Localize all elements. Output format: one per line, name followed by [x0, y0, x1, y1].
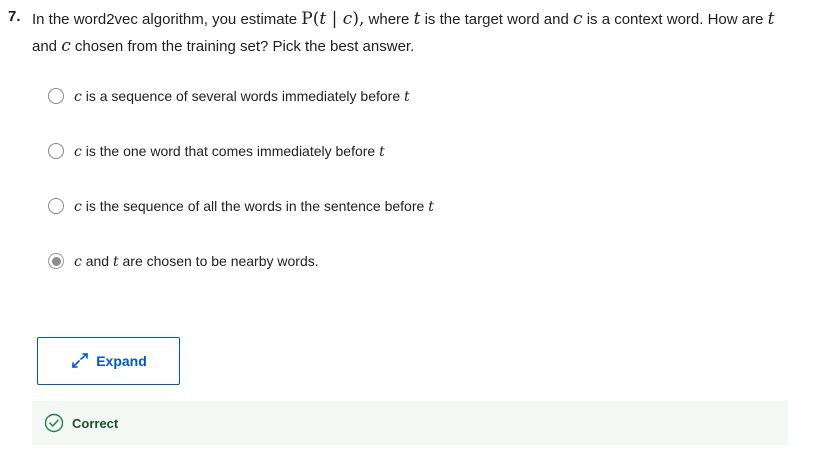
answer-option-label: c is a sequence of several words immedia… — [74, 88, 410, 105]
math-var-t: t — [379, 143, 385, 160]
question-text-part: where — [364, 11, 414, 28]
answer-option-label: c and t are chosen to be nearby words. — [74, 253, 319, 270]
feedback-banner: Correct — [32, 401, 788, 445]
question-number: 7. — [8, 8, 21, 25]
option-text: is the sequence of all the words in the … — [81, 197, 429, 214]
quiz-question: 7. In the word2vec algorithm, you estima… — [0, 0, 815, 453]
question-text-part: and — [32, 38, 62, 55]
math-c: c — [342, 9, 353, 29]
math-var-c: c — [74, 253, 82, 270]
math-var-c: c — [61, 36, 71, 56]
question-text: In the word2vec algorithm, you estimate … — [32, 6, 792, 60]
math-var-t: t — [767, 9, 775, 29]
math-var-t: t — [428, 198, 434, 215]
math-P: P — [301, 9, 313, 29]
radio-button[interactable] — [48, 143, 64, 159]
answer-option-label: c is the one word that comes immediately… — [74, 143, 385, 160]
radio-button[interactable] — [48, 88, 64, 104]
option-text: is the one word that comes immediately b… — [81, 142, 380, 159]
option-text: are chosen to be nearby words. — [118, 252, 319, 269]
expand-arrows-icon — [72, 353, 89, 368]
math-var-c: c — [74, 198, 82, 215]
check-circle-icon — [44, 413, 64, 433]
math-var-c: c — [573, 9, 583, 29]
radio-button[interactable] — [48, 198, 64, 214]
math-var-c: c — [74, 88, 82, 105]
answer-option-1[interactable]: c is a sequence of several words immedia… — [48, 86, 410, 106]
question-text-part: In the word2vec algorithm, you estimate — [32, 11, 302, 28]
math-bar: | — [326, 9, 343, 29]
expand-button-label: Expand — [96, 353, 147, 369]
option-text: is a sequence of several words immediate… — [81, 87, 405, 104]
math-var-t: t — [404, 88, 410, 105]
expand-button[interactable]: Expand — [37, 337, 180, 385]
math-paren-close: ), — [352, 9, 365, 29]
radio-dot — [51, 256, 61, 266]
math-var-c: c — [74, 143, 82, 160]
answer-option-label: c is the sequence of all the words in th… — [74, 198, 434, 215]
answer-option-3[interactable]: c is the sequence of all the words in th… — [48, 196, 434, 216]
answer-option-2[interactable]: c is the one word that comes immediately… — [48, 141, 385, 161]
question-text-part: is a context word. How are — [582, 11, 768, 28]
question-text-part: chosen from the training set? Pick the b… — [70, 38, 415, 55]
question-text-part: is the target word and — [420, 11, 573, 28]
feedback-label: Correct — [72, 415, 119, 431]
option-text: and — [81, 252, 113, 269]
answer-option-4[interactable]: c and t are chosen to be nearby words. — [48, 251, 319, 271]
radio-button-selected[interactable] — [48, 253, 64, 269]
